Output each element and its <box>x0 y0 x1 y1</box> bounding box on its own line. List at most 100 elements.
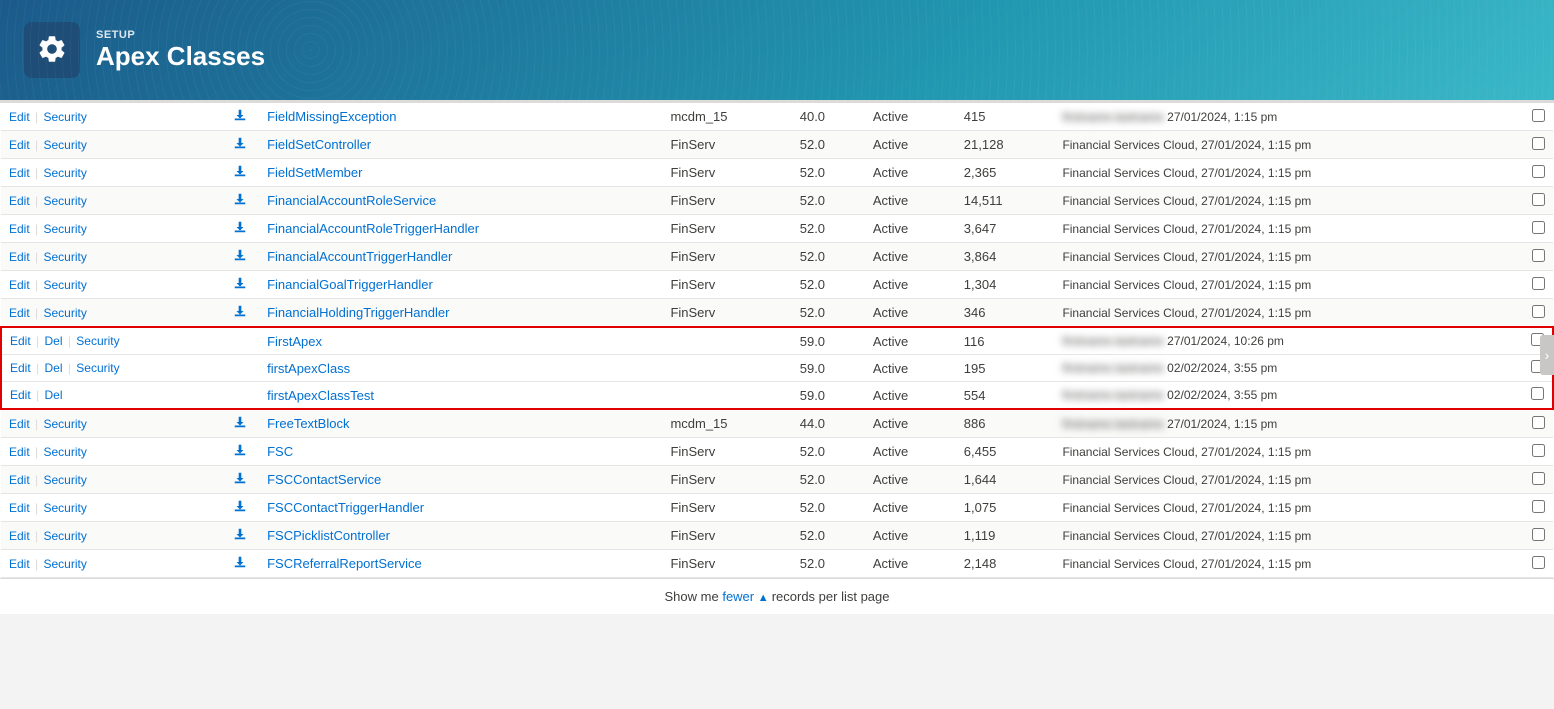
row-checkbox[interactable] <box>1532 444 1545 457</box>
download-icon[interactable] <box>233 136 247 150</box>
fewer-link[interactable]: fewer <box>722 589 754 604</box>
class-name-link[interactable]: FinancialHoldingTriggerHandler <box>267 305 449 320</box>
api-version-cell: 52.0 <box>792 466 865 494</box>
action-security-link[interactable]: Security <box>43 557 86 571</box>
action-edit-link[interactable]: Edit <box>9 110 30 124</box>
class-name-link[interactable]: firstApexClass <box>267 361 350 376</box>
row-checkbox[interactable] <box>1532 249 1545 262</box>
action-del-link[interactable]: Del <box>44 388 62 402</box>
action-edit-link[interactable]: Edit <box>10 334 31 348</box>
action-edit-link[interactable]: Edit <box>9 501 30 515</box>
action-security-link[interactable]: Security <box>76 361 119 375</box>
class-name-link[interactable]: FSCReferralReportService <box>267 556 422 571</box>
download-icon[interactable] <box>233 415 247 429</box>
action-security-link[interactable]: Security <box>43 166 86 180</box>
action-edit-link[interactable]: Edit <box>9 278 30 292</box>
row-checkbox[interactable] <box>1532 556 1545 569</box>
row-checkbox[interactable] <box>1532 305 1545 318</box>
action-del-link[interactable]: Del <box>44 334 62 348</box>
action-edit-link[interactable]: Edit <box>9 306 30 320</box>
row-checkbox[interactable] <box>1532 472 1545 485</box>
action-edit-link[interactable]: Edit <box>9 166 30 180</box>
download-icon[interactable] <box>233 527 247 541</box>
class-name-link[interactable]: FirstApex <box>267 334 322 349</box>
class-name-link[interactable]: FieldSetMember <box>267 165 362 180</box>
header-icon-container <box>24 22 80 78</box>
api-version-cell: 52.0 <box>792 159 865 187</box>
download-icon[interactable] <box>233 555 247 569</box>
row-checkbox[interactable] <box>1532 109 1545 122</box>
action-edit-link[interactable]: Edit <box>9 138 30 152</box>
action-security-link[interactable]: Security <box>43 501 86 515</box>
class-name-link[interactable]: FinancialAccountTriggerHandler <box>267 249 452 264</box>
row-checkbox[interactable] <box>1532 137 1545 150</box>
row-checkbox[interactable] <box>1532 500 1545 513</box>
class-name-link[interactable]: FinancialAccountRoleTriggerHandler <box>267 221 479 236</box>
action-security-link[interactable]: Security <box>43 278 86 292</box>
row-checkbox[interactable] <box>1532 193 1545 206</box>
action-edit-link[interactable]: Edit <box>9 417 30 431</box>
action-security-link[interactable]: Security <box>43 138 86 152</box>
action-security-link[interactable]: Security <box>43 110 86 124</box>
class-name-link[interactable]: FSC <box>267 444 293 459</box>
class-name-link[interactable]: FinancialAccountRoleService <box>267 193 436 208</box>
row-checkbox[interactable] <box>1532 221 1545 234</box>
modified-date: 02/02/2024, 3:55 pm <box>1167 361 1277 375</box>
class-name-cell: firstApexClass <box>259 355 662 382</box>
row-checkbox[interactable] <box>1532 277 1545 290</box>
action-edit-link[interactable]: Edit <box>9 557 30 571</box>
action-security-link[interactable]: Security <box>76 334 119 348</box>
class-name-link[interactable]: FieldSetController <box>267 137 371 152</box>
download-icon[interactable] <box>233 164 247 178</box>
class-name-link[interactable]: FieldMissingException <box>267 109 396 124</box>
action-edit-link[interactable]: Edit <box>9 194 30 208</box>
class-name-link[interactable]: FSCContactService <box>267 472 381 487</box>
status-cell: Active <box>865 103 956 131</box>
api-version-cell: 52.0 <box>792 215 865 243</box>
row-checkbox[interactable] <box>1532 528 1545 541</box>
download-icon[interactable] <box>233 220 247 234</box>
row-checkbox[interactable] <box>1531 387 1544 400</box>
action-security-link[interactable]: Security <box>43 417 86 431</box>
action-security-link[interactable]: Security <box>43 529 86 543</box>
class-name-link[interactable]: FSCContactTriggerHandler <box>267 500 424 515</box>
class-name-cell: FSCReferralReportService <box>259 550 662 578</box>
class-name-link[interactable]: firstApexClassTest <box>267 388 374 403</box>
class-name-link[interactable]: FinancialGoalTriggerHandler <box>267 277 433 292</box>
download-icon[interactable] <box>233 443 247 457</box>
download-icon[interactable] <box>233 499 247 513</box>
api-version-cell: 52.0 <box>792 271 865 299</box>
modified-cell: firstname.lastname 02/02/2024, 3:55 pm <box>1054 355 1523 382</box>
modified-cell: Financial Services Cloud, 27/01/2024, 1:… <box>1054 550 1523 578</box>
action-edit-link[interactable]: Edit <box>9 473 30 487</box>
class-name-link[interactable]: FSCPicklistController <box>267 528 390 543</box>
action-edit-link[interactable]: Edit <box>9 250 30 264</box>
action-security-link[interactable]: Security <box>43 250 86 264</box>
action-security-link[interactable]: Security <box>43 194 86 208</box>
download-icon[interactable] <box>233 248 247 262</box>
action-security-link[interactable]: Security <box>43 445 86 459</box>
status-cell: Active <box>865 131 956 159</box>
download-icon[interactable] <box>233 108 247 122</box>
row-checkbox[interactable] <box>1532 416 1545 429</box>
api-version-cell: 59.0 <box>792 382 865 410</box>
row-checkbox[interactable] <box>1532 165 1545 178</box>
action-edit-link[interactable]: Edit <box>9 222 30 236</box>
action-edit-link[interactable]: Edit <box>10 361 31 375</box>
action-security-link[interactable]: Security <box>43 473 86 487</box>
class-name-link[interactable]: FreeTextBlock <box>267 416 349 431</box>
download-icon[interactable] <box>233 304 247 318</box>
action-del-link[interactable]: Del <box>44 361 62 375</box>
download-icon[interactable] <box>233 471 247 485</box>
action-separator: | <box>32 110 42 124</box>
action-edit-link[interactable]: Edit <box>9 445 30 459</box>
download-icon[interactable] <box>233 192 247 206</box>
action-security-link[interactable]: Security <box>43 306 86 320</box>
download-icon[interactable] <box>233 276 247 290</box>
action-edit-link[interactable]: Edit <box>10 388 31 402</box>
download-cell <box>225 355 259 382</box>
namespace-cell <box>662 327 791 355</box>
action-security-link[interactable]: Security <box>43 222 86 236</box>
action-edit-link[interactable]: Edit <box>9 529 30 543</box>
scrollbar-handle[interactable] <box>1540 335 1554 375</box>
